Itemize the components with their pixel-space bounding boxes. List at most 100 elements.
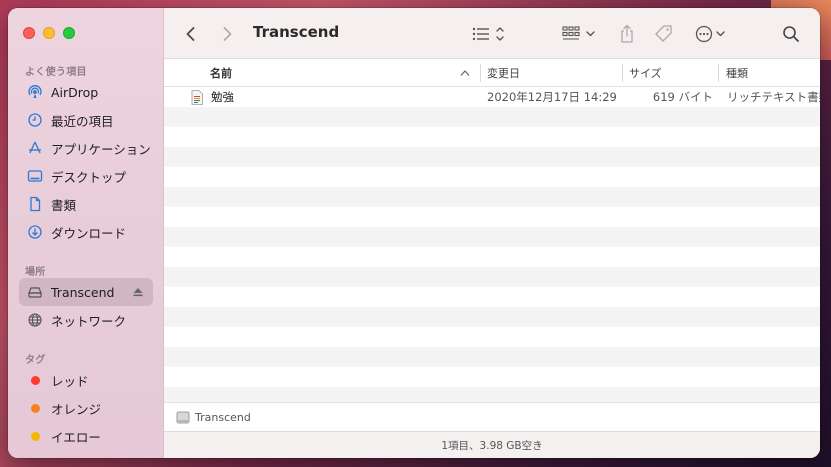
tags-section-label: タグ xyxy=(25,355,46,366)
drive-icon xyxy=(27,284,43,300)
status-bar: 1項目、3.98 GB空き xyxy=(164,431,820,458)
clock-icon xyxy=(27,112,43,128)
sidebar-item-transcend[interactable]: Transcend xyxy=(19,278,153,306)
finder-window: よく使う項目 AirDrop 最近の項目 アプリケーション デスクトップ 書類 … xyxy=(8,8,820,458)
sidebar-item-desktop[interactable]: デスクトップ xyxy=(19,162,153,190)
list-view-icon xyxy=(472,27,504,41)
empty-row xyxy=(164,227,820,247)
column-kind-header[interactable]: 種類 xyxy=(726,59,820,87)
sidebar-item-label: Transcend xyxy=(51,284,115,300)
tag-icon xyxy=(655,25,672,42)
column-modified-label: 変更日 xyxy=(487,67,520,80)
sidebar-item-applications[interactable]: アプリケーション xyxy=(19,134,153,162)
sidebar-item-airdrop[interactable]: AirDrop xyxy=(19,78,153,106)
favorites-section-label: よく使う項目 xyxy=(25,67,87,78)
empty-row xyxy=(164,307,820,327)
sidebar-item-recents[interactable]: 最近の項目 xyxy=(19,106,153,134)
sidebar-item-label: アプリケーション xyxy=(51,141,151,157)
status-text: 1項目、3.98 GB空き xyxy=(441,439,543,452)
file-size: 619 バイト xyxy=(652,90,713,104)
empty-row xyxy=(164,327,820,347)
close-button[interactable] xyxy=(23,27,35,39)
file-list: 勉強 2020年12月17日 14:29 619 バイト リッチテキスト書類 xyxy=(164,87,820,402)
file-name: 勉強 xyxy=(211,90,234,104)
sidebar-item-label: AirDrop xyxy=(51,84,99,100)
sidebar-item-label: 最近の項目 xyxy=(51,113,114,129)
column-modified-header[interactable]: 変更日 xyxy=(487,59,617,87)
forward-button[interactable] xyxy=(216,23,238,45)
sidebar-item-network[interactable]: ネットワーク xyxy=(19,306,153,334)
column-size-label: サイズ xyxy=(629,67,662,80)
file-kind: リッチテキスト書類 xyxy=(727,90,820,104)
sidebar-item-label: レッド xyxy=(51,373,89,389)
column-divider[interactable] xyxy=(480,64,481,82)
applications-icon xyxy=(27,140,43,156)
chevron-left-icon xyxy=(186,27,195,41)
sort-ascending-icon xyxy=(460,70,470,76)
empty-row xyxy=(164,167,820,187)
empty-row xyxy=(164,367,820,387)
red-tag-dot-icon xyxy=(31,375,40,385)
file-modified: 2020年12月17日 14:29 xyxy=(487,90,617,104)
sidebar-item-label: 書類 xyxy=(51,197,77,213)
column-divider[interactable] xyxy=(718,64,719,82)
back-button[interactable] xyxy=(180,23,202,45)
empty-row xyxy=(164,207,820,227)
airdrop-icon xyxy=(27,84,43,100)
sidebar-item-tag-orange[interactable]: オレンジ xyxy=(19,394,153,422)
search-button[interactable] xyxy=(780,23,802,45)
toolbar: Transcend xyxy=(164,8,820,59)
sidebar-item-label: オレンジ xyxy=(51,401,102,417)
main-pane: Transcend 名前 変更日 サイズ 種類 勉強 2020年12月17日 1… xyxy=(164,8,820,458)
sidebar-item-tag-red[interactable]: レッド xyxy=(19,366,153,394)
view-list-button[interactable] xyxy=(471,23,507,45)
group-grid-icon xyxy=(562,26,595,40)
sidebar-item-label: デスクトップ xyxy=(51,169,127,185)
empty-row xyxy=(164,147,820,167)
sidebar-item-label: ネットワーク xyxy=(51,313,127,329)
column-name-label: 名前 xyxy=(210,67,232,80)
tag-button[interactable] xyxy=(652,23,676,45)
column-divider[interactable] xyxy=(622,64,623,82)
window-controls xyxy=(23,27,75,39)
minimize-button[interactable] xyxy=(43,27,55,39)
sidebar-item-documents[interactable]: 書類 xyxy=(19,190,153,218)
path-bar-item[interactable]: Transcend xyxy=(195,411,251,424)
network-icon xyxy=(27,312,43,328)
empty-row xyxy=(164,187,820,207)
column-kind-label: 種類 xyxy=(726,67,748,80)
share-button[interactable] xyxy=(616,23,638,45)
desktop-icon xyxy=(27,168,43,184)
zoom-button[interactable] xyxy=(63,27,75,39)
column-size-header[interactable]: サイズ xyxy=(629,59,719,87)
sidebar-item-tag-yellow[interactable]: イエロー xyxy=(19,422,153,450)
orange-tag-dot-icon xyxy=(31,403,40,413)
download-icon xyxy=(27,224,43,240)
action-menu-button[interactable] xyxy=(694,23,730,45)
sidebar-item-downloads[interactable]: ダウンロード xyxy=(19,218,153,246)
path-bar: Transcend xyxy=(164,402,820,431)
empty-row xyxy=(164,347,820,367)
column-header: 名前 変更日 サイズ 種類 xyxy=(164,59,820,87)
empty-row xyxy=(164,387,820,402)
search-icon xyxy=(783,26,799,42)
table-row[interactable]: 勉強 2020年12月17日 14:29 619 バイト リッチテキスト書類 xyxy=(164,87,820,107)
locations-section-label: 場所 xyxy=(25,267,46,278)
rtf-document-icon xyxy=(191,89,203,105)
yellow-tag-dot-icon xyxy=(31,431,40,441)
ellipsis-circle-icon xyxy=(695,25,725,43)
sidebar-item-label: ダウンロード xyxy=(51,225,127,241)
eject-icon[interactable] xyxy=(132,286,144,298)
window-title: Transcend xyxy=(253,23,340,41)
empty-row xyxy=(164,107,820,127)
group-button[interactable] xyxy=(562,23,598,45)
empty-row xyxy=(164,267,820,287)
empty-row xyxy=(164,287,820,307)
chevron-right-icon xyxy=(223,27,232,41)
sidebar: よく使う項目 AirDrop 最近の項目 アプリケーション デスクトップ 書類 … xyxy=(8,8,164,458)
empty-row xyxy=(164,127,820,147)
empty-row xyxy=(164,247,820,267)
column-name-header[interactable]: 名前 xyxy=(210,59,470,87)
document-icon xyxy=(27,196,43,212)
drive-icon xyxy=(176,411,190,423)
